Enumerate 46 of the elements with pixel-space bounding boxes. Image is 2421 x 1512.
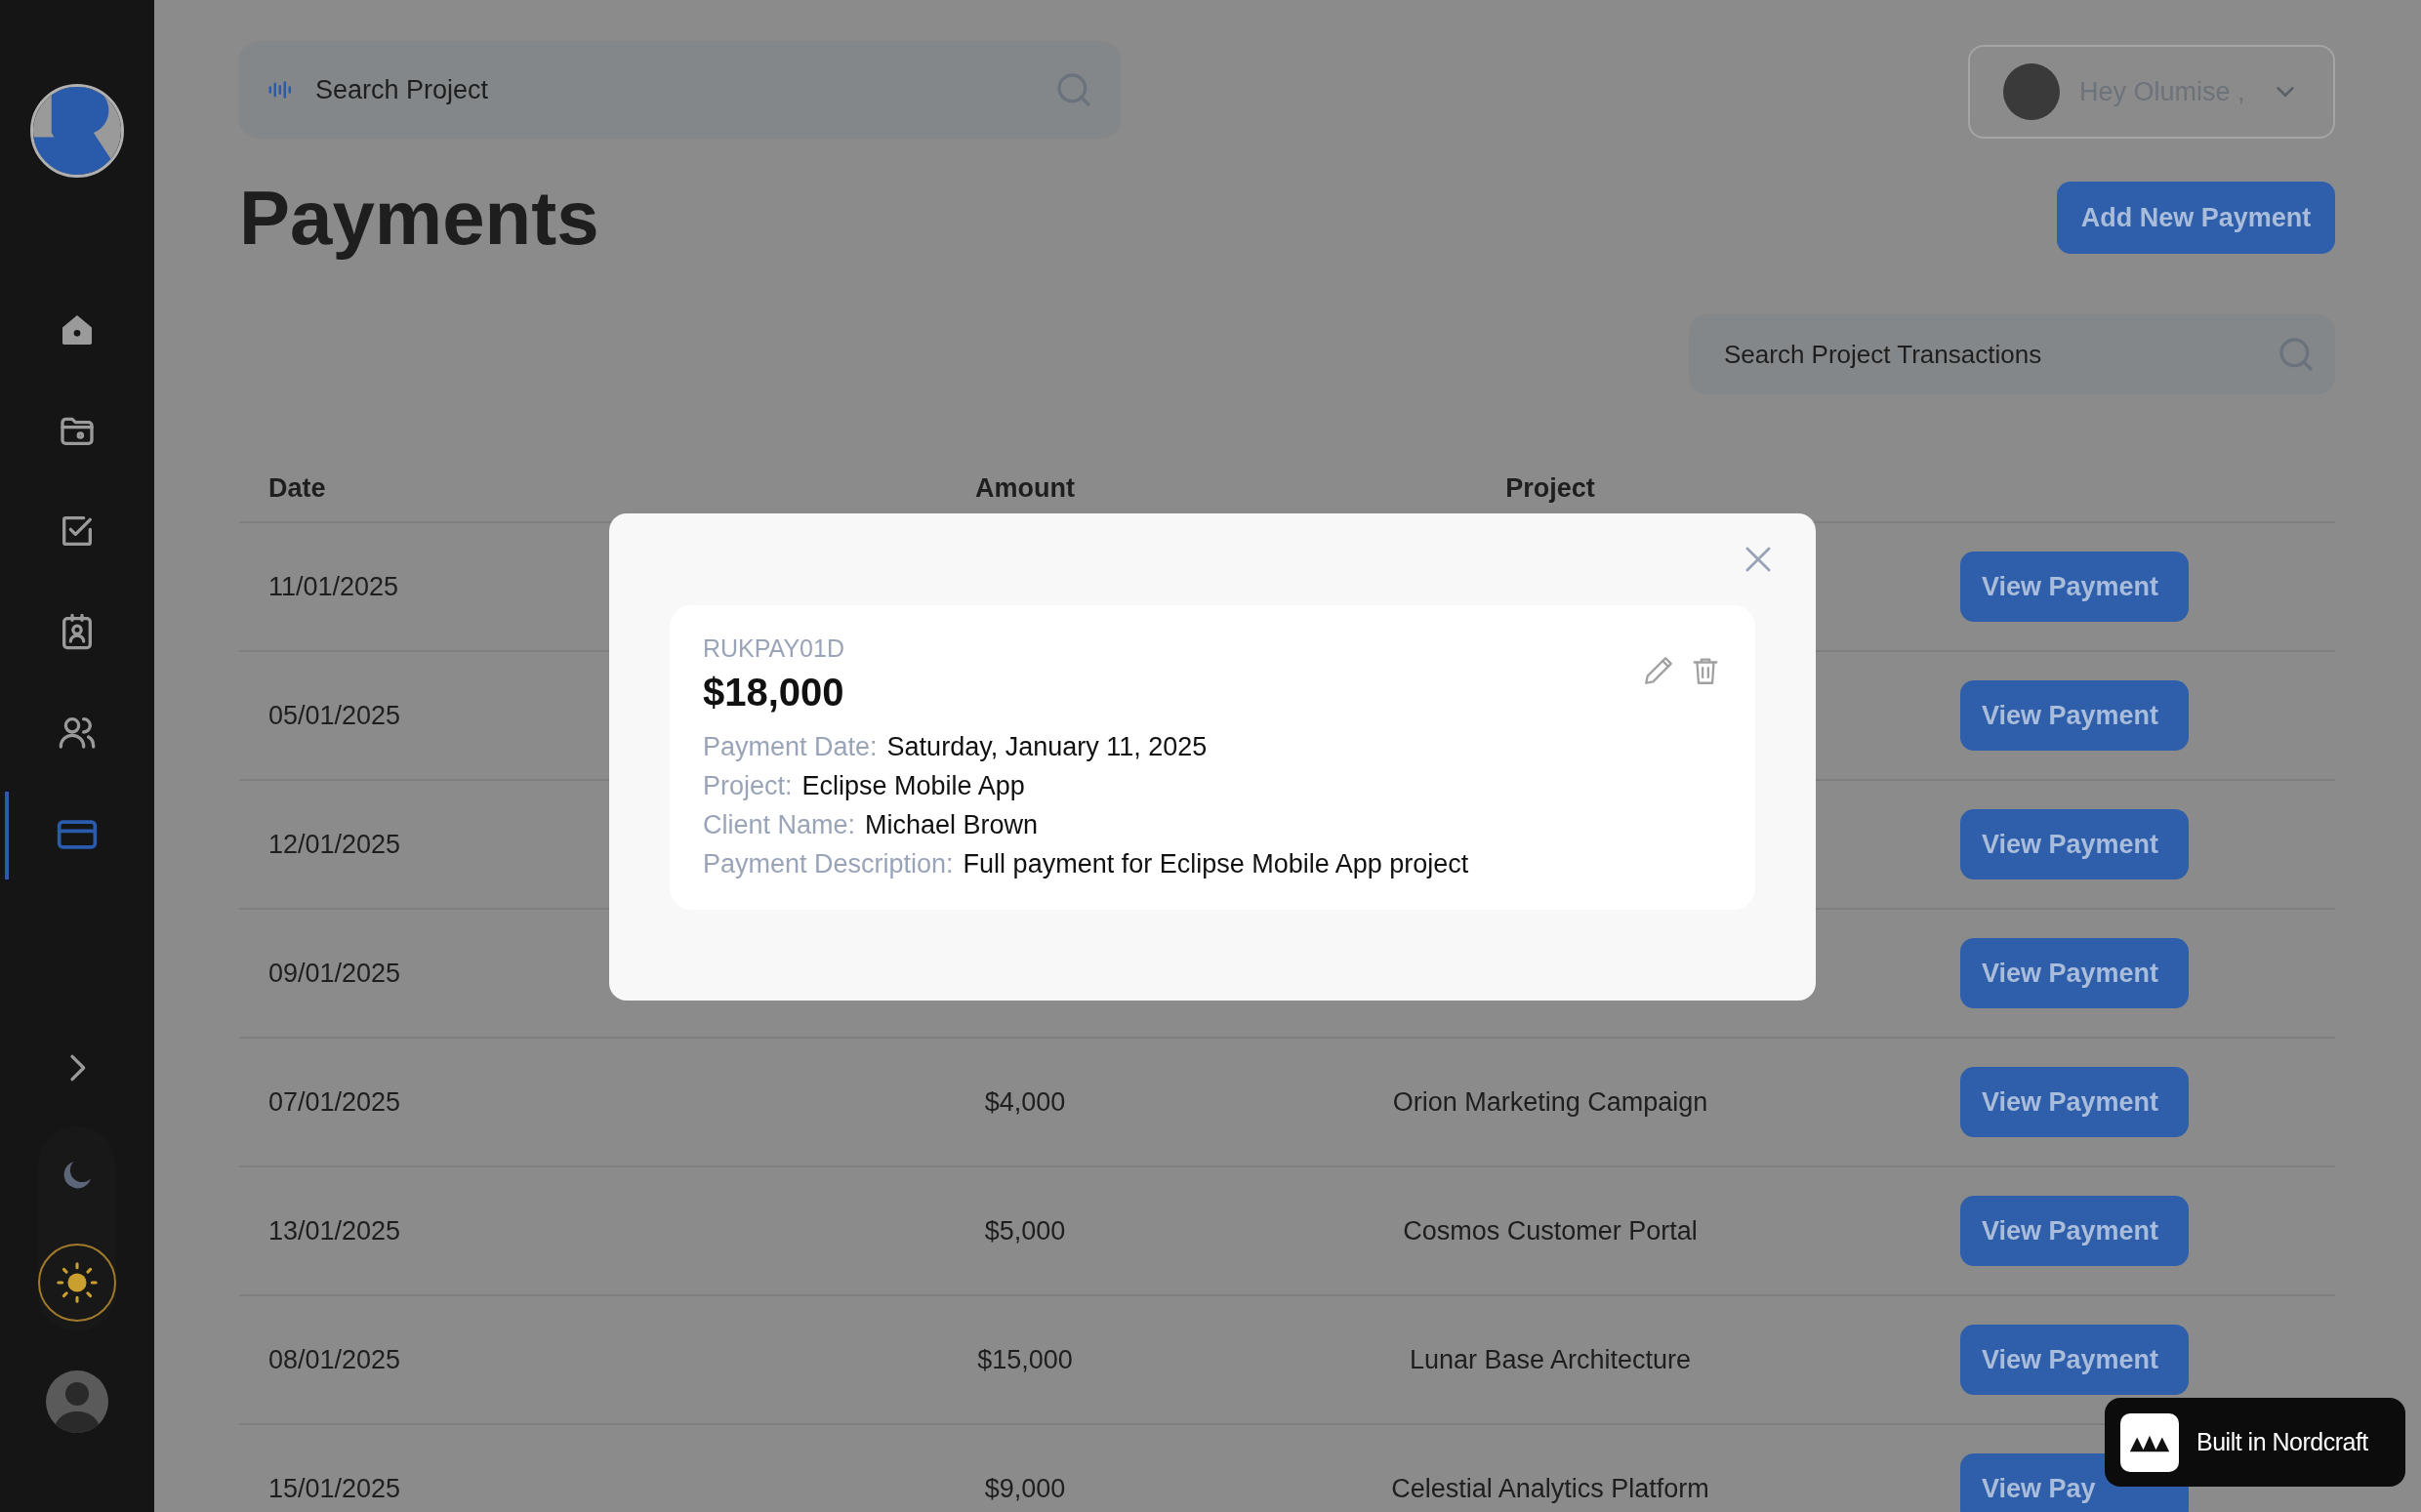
field-value: Saturday, January 11, 2025 xyxy=(886,730,1208,763)
date-cell: 08/01/2025 xyxy=(268,1344,401,1374)
field-label: Client Name: xyxy=(703,808,856,841)
column-header: Project xyxy=(1504,471,1596,505)
date-cell: 05/01/2025 xyxy=(268,700,401,730)
project-cell: Orion Marketing Campaign xyxy=(1392,1086,1708,1117)
field-label: Payment Description: xyxy=(703,847,954,880)
transactions-search-field[interactable]: Search Project Transactions xyxy=(1689,314,2335,394)
field-label: Payment Date: xyxy=(703,730,878,763)
view-payment-button[interactable]: View Payment xyxy=(1960,1067,2189,1137)
field-value: Michael Brown xyxy=(865,808,1039,841)
view-payment-button[interactable]: View Payment xyxy=(1960,552,2189,622)
field-value: Full payment for Eclipse Mobile App project xyxy=(963,847,1469,880)
sun-icon[interactable] xyxy=(38,1244,116,1322)
payment-id: RUKPAY01D xyxy=(703,633,845,664)
transactions-search-input[interactable]: Search Project Transactions xyxy=(1724,335,2277,374)
amount-cell: $5,000 xyxy=(984,1215,1066,1246)
view-payment-button[interactable]: View Payment xyxy=(1960,938,2189,1008)
project-cell: Lunar Base Architecture xyxy=(1409,1344,1692,1374)
amount-cell: $4,000 xyxy=(984,1086,1066,1117)
column-header: Date xyxy=(267,471,327,505)
built-in-toast[interactable]: Built in Nordcraft xyxy=(2105,1398,2405,1487)
date-cell: 15/01/2025 xyxy=(268,1473,401,1503)
column-header: Amount xyxy=(974,471,1076,505)
date-cell: 13/01/2025 xyxy=(268,1215,401,1246)
date-cell: 12/01/2025 xyxy=(268,829,401,859)
trees-logo-icon xyxy=(2120,1412,2179,1472)
project-cell: Celestial Analytics Platform xyxy=(1391,1473,1709,1503)
date-cell: 11/01/2025 xyxy=(268,571,399,601)
field-value: Eclipse Mobile App xyxy=(801,769,1025,802)
field-label: Project: xyxy=(703,769,793,802)
view-payment-button[interactable]: View Payment xyxy=(1960,1325,2189,1395)
search-field[interactable]: Search Project xyxy=(239,41,1121,139)
date-cell: 09/01/2025 xyxy=(268,958,401,988)
payment-amount: $18,000 xyxy=(703,669,844,715)
view-payment-button[interactable]: View Payment xyxy=(1960,680,2189,751)
edit-icon[interactable] xyxy=(1642,654,1675,687)
view-payment-button[interactable]: View Payment xyxy=(1960,1196,2189,1266)
project-cell: Cosmos Customer Portal xyxy=(1403,1215,1698,1246)
add-payment-button[interactable]: Add New Payment xyxy=(2057,182,2335,254)
amount-cell: $15,000 xyxy=(977,1344,1073,1374)
search-input[interactable]: Search Project xyxy=(315,69,1035,110)
logo-icon[interactable] xyxy=(30,84,124,178)
amount-cell: $9,000 xyxy=(984,1473,1066,1503)
date-cell: 07/01/2025 xyxy=(268,1086,401,1117)
view-payment-button[interactable]: View Payment xyxy=(1960,809,2189,879)
